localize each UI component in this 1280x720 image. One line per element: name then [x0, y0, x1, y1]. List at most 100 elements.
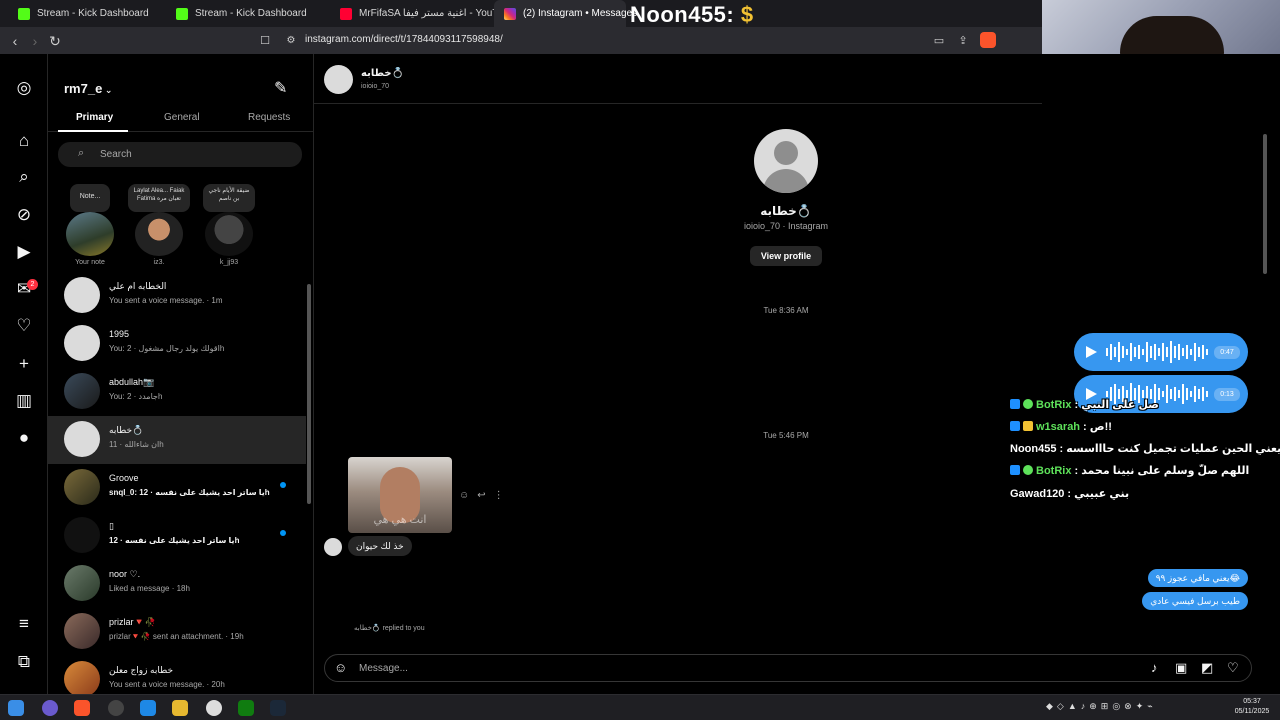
avatar: [64, 661, 100, 694]
system-tray[interactable]: ◆◇▲♪⊕⊞◎⊗✦⌁: [1046, 701, 1226, 715]
scrollbar-thumb[interactable]: [307, 284, 311, 504]
steam-icon[interactable]: [270, 700, 286, 716]
conversation-preview: You sent a voice message. · 1m: [109, 296, 223, 305]
stream-overlay-name: Noon455: $: [630, 2, 754, 27]
explore-icon[interactable]: ⊘: [14, 205, 34, 225]
brave-browser-icon[interactable]: [74, 700, 90, 716]
clock-date: 05/11/2025: [1234, 708, 1270, 715]
home-icon[interactable]: ⌂: [14, 131, 34, 151]
tab-general[interactable]: General: [164, 112, 200, 123]
brave-shield-icon[interactable]: [980, 32, 996, 48]
outgoing-message[interactable]: يعني مافي عجوز ٩٩😂: [1147, 569, 1248, 587]
conversation-scrollbar[interactable]: [306, 272, 312, 692]
chat-text: : ص!!: [1083, 421, 1112, 433]
instagram-logo-icon[interactable]: ◎: [14, 78, 34, 98]
chat-thread: خطابه💍 ioioio_70 خطابه💍 ioioio_70 · Inst…: [314, 54, 1280, 694]
tab-requests[interactable]: Requests: [248, 112, 290, 123]
browser-tab[interactable]: Stream - Kick Dashboard: [166, 0, 317, 27]
menu-icon[interactable]: ≡: [14, 614, 34, 634]
heart-icon[interactable]: ♡: [14, 316, 34, 336]
reload-icon[interactable]: ↻: [46, 32, 64, 50]
browser-tab[interactable]: Stream - Kick Dashboard: [8, 0, 159, 27]
apps-icon[interactable]: ⧉: [14, 652, 34, 672]
react-icon[interactable]: ☺: [459, 490, 469, 501]
search-icon[interactable]: ⌕: [14, 167, 34, 187]
avatar: [64, 277, 100, 313]
app-icon[interactable]: [140, 700, 156, 716]
forward-icon[interactable]: ›: [26, 32, 44, 50]
note-caption: Your note: [75, 259, 105, 266]
site-info-icon[interactable]: ⚙: [282, 32, 300, 50]
dashboard-icon[interactable]: ▥: [14, 391, 34, 411]
outgoing-message[interactable]: طيب برسل فيسي عادي: [1142, 592, 1248, 610]
more-icon[interactable]: ⋮: [494, 490, 504, 501]
image-icon[interactable]: ▣: [1175, 660, 1187, 676]
back-icon[interactable]: ‹: [6, 32, 24, 50]
voice-message[interactable]: 0:47: [1074, 333, 1248, 371]
compose-icon[interactable]: ✎: [274, 78, 287, 98]
conversation-item[interactable]: abdullah📷 You: جامدد · 2h: [48, 368, 306, 416]
note-bubble: Note...: [70, 184, 110, 212]
scrollbar-thumb[interactable]: [1263, 134, 1267, 274]
conversation-item[interactable]: ▯ يا ساتر احد يشيك على نفسه · 12h: [48, 512, 306, 560]
conversation-name: خطابه💍: [109, 425, 144, 435]
conversation-item[interactable]: الخطابه ام علي You sent a voice message.…: [48, 272, 306, 320]
avatar: [64, 565, 100, 601]
taskbar-clock[interactable]: 05:37 05/11/2025: [1228, 697, 1276, 717]
chat-scrollbar[interactable]: [1262, 134, 1268, 642]
avatar: [66, 212, 114, 256]
conversation-item[interactable]: 1995 You: اقولك يولد رجال مشغول · 2h: [48, 320, 306, 368]
emoji-icon[interactable]: ☺: [334, 660, 347, 675]
chat-header[interactable]: خطابه💍 ioioio_70: [314, 54, 1042, 104]
conversation-item[interactable]: خطابه زواج معلن You sent a voice message…: [48, 656, 306, 694]
conversation-name: abdullah📷: [109, 377, 155, 387]
chat-text: : ا!!!ما يعني الحين عمليات تجميل كنت حاا…: [1059, 443, 1280, 455]
obs-icon[interactable]: [108, 700, 124, 716]
search-input[interactable]: [100, 146, 290, 163]
stream-chat-line: BotRix: صل على النبي: [1010, 398, 1159, 418]
share-icon[interactable]: ⇪: [954, 32, 972, 50]
file-explorer-icon[interactable]: [172, 700, 188, 716]
image-message[interactable]: انت هي هي: [348, 457, 452, 533]
browser-tab-active[interactable]: (2) Instagram • Messages: [494, 0, 637, 27]
message-actions: ☺ ↩ ⋮: [459, 490, 504, 501]
tab-primary[interactable]: Primary: [76, 112, 113, 123]
reply-icon[interactable]: ↩: [477, 490, 485, 501]
address-bar[interactable]: instagram.com/direct/t/17844093117598948…: [305, 34, 503, 45]
sticker-icon[interactable]: ◩: [1201, 660, 1213, 676]
app-icon[interactable]: [42, 700, 58, 716]
avatar: [64, 517, 100, 553]
chat-header-name: خطابه💍: [361, 68, 404, 79]
instagram-icon: [504, 7, 516, 20]
xbox-icon[interactable]: [238, 700, 254, 716]
conversation-item[interactable]: noor ♡. Liked a message · 18h: [48, 560, 306, 608]
play-icon[interactable]: [1086, 346, 1097, 358]
chat-username: Noon455: [1010, 443, 1057, 455]
create-icon[interactable]: +: [14, 354, 34, 374]
cast-icon[interactable]: ▭: [930, 32, 948, 50]
view-profile-button[interactable]: View profile: [750, 246, 822, 266]
conversation-preview: prizlar🔻🥀 sent an attachment. · 19h: [109, 632, 244, 641]
start-icon[interactable]: [8, 700, 24, 716]
stream-chat-line: Gawad120: بني عبيبي: [1010, 487, 1129, 507]
conversation-name: الخطابه ام علي: [109, 281, 167, 291]
conversation-name: noor ♡.: [109, 569, 141, 579]
message-input[interactable]: [359, 660, 1099, 677]
conversation-item[interactable]: Groove snql_0: يا ساتر احد يشيك على نفسه…: [48, 464, 306, 512]
conversation-preview: ان شاءالله · 11h: [109, 440, 164, 449]
bookmark-icon[interactable]: ☐: [256, 32, 274, 50]
like-heart-icon[interactable]: ♡: [1227, 660, 1239, 676]
incoming-message[interactable]: خذ لك حيوان: [348, 536, 412, 556]
search-icon: ⌕: [78, 147, 85, 159]
timestamp: Tue 8:36 AM: [763, 306, 809, 315]
profile-avatar-icon[interactable]: ●: [14, 428, 34, 448]
conversation-list: الخطابه ام علي You sent a voice message.…: [48, 272, 306, 694]
reels-icon[interactable]: ▶: [14, 242, 34, 262]
avatar-placeholder-head: [774, 141, 798, 165]
avatar: [64, 421, 100, 457]
settings-icon[interactable]: [206, 700, 222, 716]
conversation-item-selected[interactable]: خطابه💍 ان شاءالله · 11h: [48, 416, 306, 464]
microphone-icon[interactable]: ♪: [1151, 660, 1158, 675]
account-switcher[interactable]: rm7_e ⌄: [64, 81, 112, 96]
conversation-item[interactable]: prizlar🔻🥀 prizlar🔻🥀 sent an attachment. …: [48, 608, 306, 656]
